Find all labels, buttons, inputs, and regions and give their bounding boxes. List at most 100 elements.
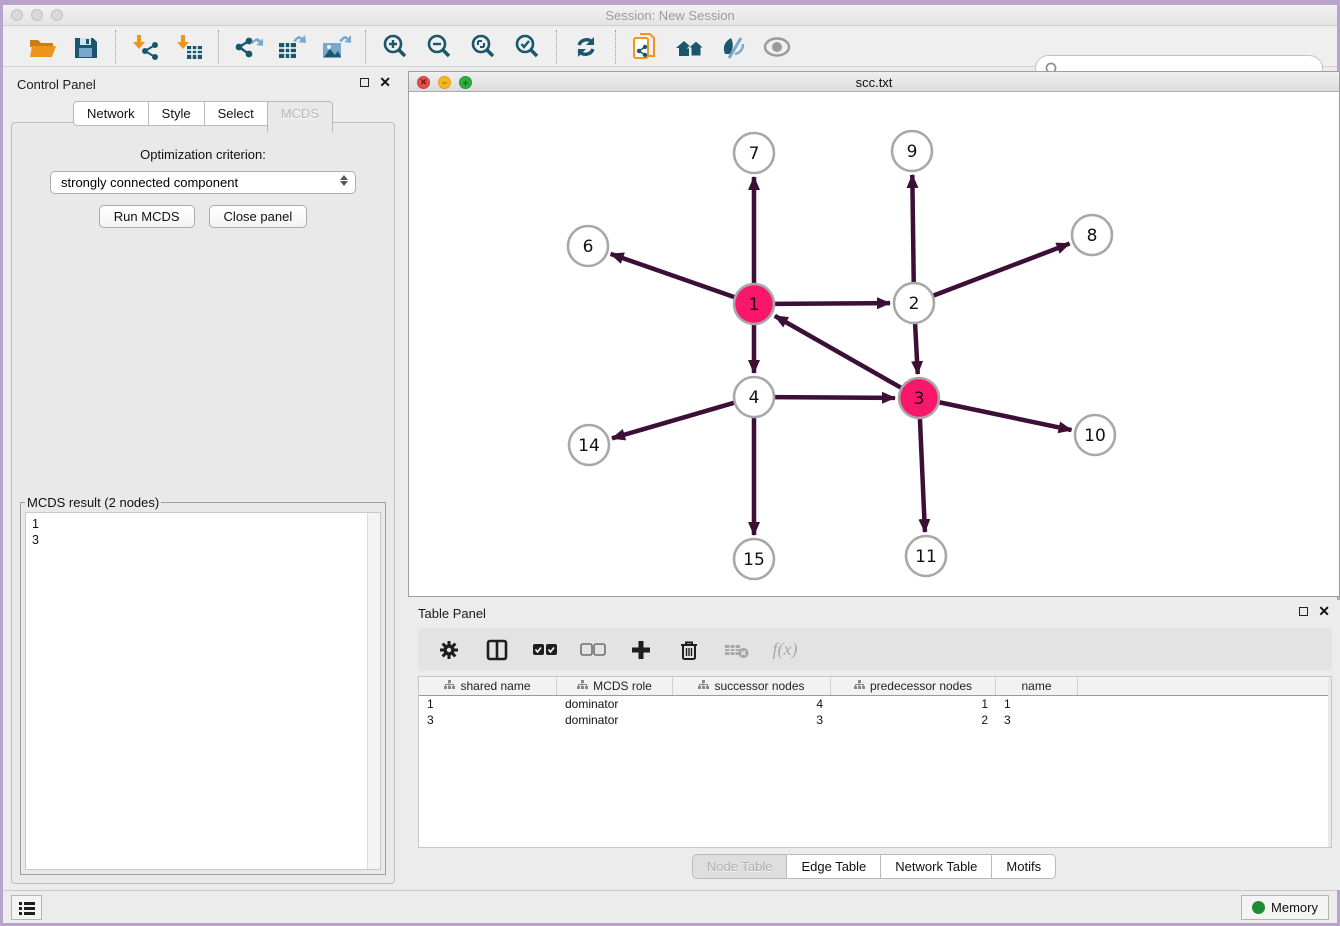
column-header-name[interactable]: name [996,677,1078,695]
table-cell[interactable]: 1 [419,696,557,712]
edge-4-14[interactable] [612,403,735,439]
mcds-result-textarea[interactable]: 1 3 [25,512,381,870]
table-cell[interactable]: 3 [419,712,557,728]
result-scrollbar[interactable] [367,513,380,869]
table-cell[interactable]: dominator [557,712,673,728]
main-toolbar [3,27,1337,67]
eye-icon[interactable] [762,32,792,62]
table-cell[interactable]: dominator [557,696,673,712]
tab-network[interactable]: Network [73,101,148,126]
table-cell[interactable]: 3 [996,712,1078,728]
open-folder-icon[interactable] [27,32,57,62]
zoom-selected-icon[interactable] [512,32,542,62]
float-table-panel-icon[interactable] [1299,607,1308,616]
memory-label: Memory [1271,900,1318,915]
graph-node-label: 10 [1084,426,1106,446]
select-all-columns-icon[interactable] [532,637,558,663]
edge-3-1[interactable] [775,316,902,388]
column-header-shared-name[interactable]: shared name [419,677,557,695]
home-icon[interactable] [674,32,704,62]
edge-4-3[interactable] [774,397,895,398]
table-cell[interactable]: 1 [996,696,1078,712]
split-columns-icon[interactable] [484,637,510,663]
refresh-icon[interactable] [571,32,601,62]
control-panel-tabs: Network Style Select MCDS [5,101,401,126]
graph-node-label: 3 [914,389,925,409]
tab-motifs[interactable]: Motifs [991,854,1056,879]
unselect-all-columns-icon[interactable] [580,637,606,663]
close-panel-icon[interactable]: ✕ [379,77,391,87]
column-header-MCDS-role[interactable]: MCDS role [557,677,673,695]
table-cell[interactable]: 2 [831,712,996,728]
memory-button[interactable]: Memory [1241,895,1329,920]
table-header-row: shared name MCDS role successor nodes prede… [419,677,1331,696]
table-cell[interactable]: 1 [831,696,996,712]
criterion-dropdown[interactable]: strongly connected component [50,171,356,194]
edge-1-2[interactable] [774,303,890,304]
mcds-result-lines: 1 3 [26,513,380,551]
zoom-out-icon[interactable] [424,32,454,62]
network-window-titlebar[interactable]: ✕ − + scc.txt [409,72,1339,92]
table-row[interactable]: 3dominator323 [419,712,1331,728]
column-label: shared name [460,679,530,693]
table-row[interactable]: 1dominator411 [419,696,1331,712]
tab-style[interactable]: Style [148,101,204,126]
float-panel-icon[interactable] [360,78,369,87]
graph-node-label: 2 [909,294,920,314]
zoom-fit-icon[interactable] [468,32,498,62]
graph-node-label: 4 [749,388,760,408]
tab-edge-table[interactable]: Edge Table [786,854,880,879]
attribute-tree-icon [444,679,455,693]
import-network-icon[interactable] [130,32,160,62]
delete-table-icon[interactable] [724,637,750,663]
close-table-panel-icon[interactable]: ✕ [1318,606,1330,616]
gear-icon[interactable] [436,637,462,663]
export-image-icon[interactable] [321,32,351,62]
save-icon[interactable] [71,32,101,62]
edge-1-6[interactable] [611,254,735,297]
edge-3-11[interactable] [920,418,925,532]
run-mcds-button[interactable]: Run MCDS [99,205,195,228]
app-window: Session: New Session [0,0,1340,926]
mcds-tab-panel: Optimization criterion: strongly connect… [11,122,395,884]
table-tabs: Node Table Edge Table Network Table Moti… [408,854,1340,879]
edge-2-3[interactable] [915,323,918,374]
clone-network-icon[interactable] [630,32,660,62]
table-scrollbar[interactable] [1328,677,1331,847]
optimization-criterion-label: Optimization criterion: [12,147,394,162]
close-panel-button[interactable]: Close panel [209,205,308,228]
column-label: predecessor nodes [870,679,972,693]
column-label: MCDS role [593,679,652,693]
tab-network-table[interactable]: Network Table [880,854,991,879]
hide-style-icon[interactable] [718,32,748,62]
attribute-tree-icon [698,679,709,693]
node-table[interactable]: shared name MCDS role successor nodes prede… [418,676,1332,848]
zoom-in-icon[interactable] [380,32,410,62]
graph-node-label: 1 [749,295,760,315]
function-builder-icon[interactable]: f(x) [772,637,798,663]
column-header-predecessor-nodes[interactable]: predecessor nodes [831,677,996,695]
column-header-successor-nodes[interactable]: successor nodes [673,677,831,695]
graph-node-label: 8 [1087,226,1098,246]
tab-node-table[interactable]: Node Table [692,854,787,879]
network-canvas[interactable]: 7968124314101511 [409,93,1339,596]
export-network-icon[interactable] [233,32,263,62]
edge-2-8[interactable] [933,244,1070,296]
tab-mcds[interactable]: MCDS [267,101,333,132]
task-history-button[interactable] [11,895,42,920]
table-cell[interactable]: 3 [673,712,831,728]
tab-select[interactable]: Select [204,101,267,126]
control-panel-title: Control Panel [17,77,96,92]
add-column-icon[interactable] [628,637,654,663]
export-table-icon[interactable] [277,32,307,62]
delete-column-icon[interactable] [676,637,702,663]
dropdown-stepper-icon [339,175,349,186]
network-window-title: scc.txt [409,75,1339,90]
table-cell[interactable]: 4 [673,696,831,712]
network-graph[interactable]: 7968124314101511 [409,93,1339,597]
window-title: Session: New Session [3,8,1337,23]
edge-3-10[interactable] [939,402,1072,430]
import-table-icon[interactable] [174,32,204,62]
edge-2-9[interactable] [912,175,913,283]
criterion-value: strongly connected component [61,175,238,190]
